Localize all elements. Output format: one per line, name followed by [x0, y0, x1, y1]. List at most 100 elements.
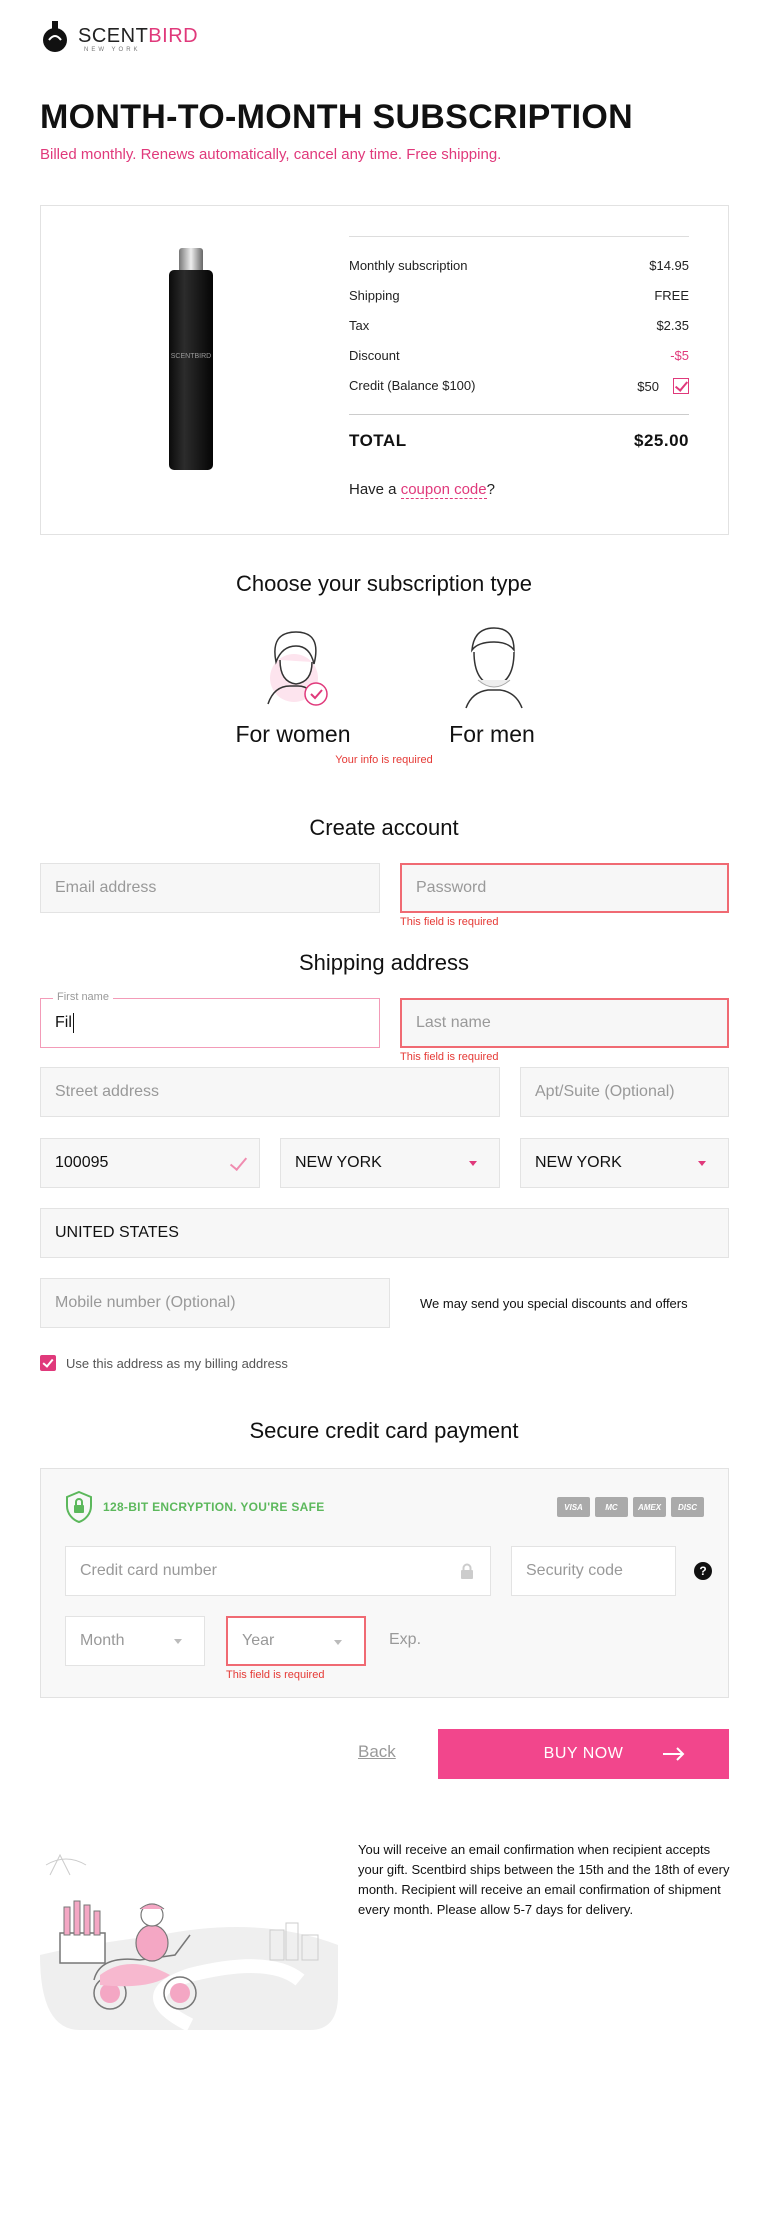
coupon-prefix: Have a — [349, 481, 401, 498]
summary-label: Shipping — [349, 288, 400, 303]
scooter-delivery-illustration — [40, 1853, 338, 2030]
coupon-prompt: Have a coupon code? — [349, 481, 495, 499]
summary-label: Monthly subscription — [349, 258, 468, 273]
summary-value: $14.95 — [649, 258, 689, 273]
billing-address-checkbox-row[interactable]: Use this address as my billing address — [40, 1355, 288, 1371]
lock-icon — [461, 1563, 473, 1579]
amex-card-icon: AMEX — [633, 1497, 666, 1517]
summary-value: FREE — [654, 288, 689, 303]
last-name-input[interactable]: Last name — [400, 998, 729, 1048]
credit-card-number-input[interactable]: Credit card number — [65, 1546, 491, 1596]
summary-row-discount: Discount -$5 — [349, 348, 689, 363]
option-for-women[interactable]: For women — [228, 620, 358, 748]
mastercard-icon: MC — [595, 1497, 628, 1517]
country-select[interactable]: UNITED STATES — [40, 1208, 729, 1258]
zip-value: 100095 — [55, 1154, 109, 1171]
exp-label: Exp. — [389, 1631, 422, 1648]
payment-panel: 128-BIT ENCRYPTION. YOU'RE SAFE VISA MC … — [40, 1468, 729, 1698]
mobile-note: We may send you special discounts and of… — [420, 1296, 688, 1311]
state-value: NEW YORK — [535, 1154, 622, 1171]
password-error: This field is required — [400, 916, 499, 928]
summary-top-rule — [349, 236, 689, 237]
year-placeholder: Year — [242, 1632, 275, 1649]
buy-now-button[interactable]: BUY NOW — [438, 1729, 729, 1779]
summary-total: TOTAL $25.00 — [349, 431, 689, 451]
buy-now-label: BUY NOW — [543, 1745, 624, 1762]
encryption-notice: 128-BIT ENCRYPTION. YOU'RE SAFE — [65, 1491, 325, 1523]
page-subtitle: Billed monthly. Renews automatically, ca… — [40, 146, 502, 163]
street-address-input[interactable]: Street address — [40, 1067, 500, 1117]
shield-lock-icon — [66, 1491, 92, 1523]
summary-value: $50 — [637, 378, 659, 394]
summary-label: Credit (Balance $100) — [349, 378, 476, 393]
summary-value: $2.35 — [656, 318, 689, 333]
subscription-error: Your info is required — [335, 754, 433, 766]
first-name-label: First name — [53, 991, 113, 1003]
password-input[interactable]: Password — [400, 863, 729, 913]
valid-check-icon — [229, 1152, 248, 1172]
option-for-men[interactable]: For men — [432, 620, 552, 748]
man-avatar-icon — [465, 627, 523, 709]
text-cursor — [72, 1013, 74, 1033]
total-value: $25.00 — [634, 431, 689, 450]
summary-row-tax: Tax $2.35 — [349, 318, 689, 333]
city-select[interactable]: NEW YORK — [280, 1138, 500, 1188]
security-code-input[interactable]: Security code — [511, 1546, 676, 1596]
delivery-info-text: You will receive an email confirmation w… — [358, 1842, 730, 1917]
month-select[interactable]: Month — [65, 1616, 205, 1666]
page-title: MONTH-TO-MONTH SUBSCRIPTION — [40, 98, 633, 136]
card-number-placeholder: Credit card number — [80, 1562, 217, 1579]
men-label: For men — [449, 721, 535, 747]
month-placeholder: Month — [80, 1632, 125, 1649]
billing-checkbox[interactable] — [40, 1355, 56, 1371]
coupon-suffix: ? — [486, 481, 495, 498]
state-select[interactable]: NEW YORK — [520, 1138, 729, 1188]
first-name-value: Fil — [55, 1014, 72, 1031]
perfume-case-image: SCENTBIRD — [169, 248, 213, 470]
help-icon[interactable]: ? — [694, 1562, 712, 1580]
first-name-input[interactable]: First name Fil — [40, 991, 380, 1048]
zip-code-input[interactable]: 100095 — [40, 1138, 260, 1188]
subscription-type-title: Choose your subscription type — [236, 571, 532, 596]
chevron-down-icon — [698, 1161, 706, 1166]
credit-checkbox[interactable] — [673, 378, 689, 394]
shipping-address-title: Shipping address — [298, 950, 469, 975]
encryption-text: 128-BIT ENCRYPTION. YOU'RE SAFE — [103, 1500, 325, 1514]
logo-bird: BIRD — [148, 24, 199, 47]
last-name-error: This field is required — [400, 1051, 499, 1063]
discover-card-icon: DISC — [671, 1497, 704, 1517]
city-value: NEW YORK — [295, 1154, 382, 1171]
summary-row-credit: Credit (Balance $100) $50 — [349, 378, 689, 394]
arrow-right-icon — [663, 1747, 685, 1761]
scentbird-bird-icon — [43, 21, 67, 52]
summary-label: Discount — [349, 348, 400, 363]
woman-avatar-icon — [267, 631, 328, 706]
summary-row-subscription: Monthly subscription $14.95 — [349, 258, 689, 273]
billing-checkbox-label: Use this address as my billing address — [66, 1355, 288, 1371]
create-account-title: Create account — [309, 815, 459, 840]
mobile-number-input[interactable]: Mobile number (Optional) — [40, 1278, 390, 1328]
chevron-down-icon — [469, 1161, 477, 1166]
order-summary: SCENTBIRD Monthly subscription $14.95 Sh… — [40, 205, 729, 535]
accepted-cards: VISA MC AMEX DISC — [557, 1497, 704, 1517]
coupon-code-link[interactable]: coupon code — [400, 481, 487, 499]
svg-text:SCENTBIRD: SCENTBIRD — [171, 353, 211, 360]
year-error: This field is required — [226, 1669, 325, 1681]
email-input[interactable]: Email address — [40, 863, 380, 913]
logo-wordmark: SCENTBIRD — [78, 25, 198, 48]
total-label: TOTAL — [349, 431, 407, 450]
summary-total-rule — [349, 414, 689, 415]
summary-value: -$5 — [670, 348, 689, 363]
chevron-down-icon — [174, 1639, 182, 1644]
visa-card-icon: VISA — [557, 1497, 590, 1517]
chevron-down-icon — [334, 1640, 342, 1645]
women-label: For women — [235, 721, 351, 747]
year-select[interactable]: Year — [226, 1616, 366, 1666]
summary-label: Tax — [349, 318, 370, 333]
logo-tagline: NEW YORK — [84, 47, 141, 53]
back-link[interactable]: Back — [358, 1742, 396, 1762]
apt-suite-input[interactable]: Apt/Suite (Optional) — [520, 1067, 729, 1117]
payment-title: Secure credit card payment — [249, 1418, 519, 1443]
summary-row-shipping: Shipping FREE — [349, 288, 689, 303]
logo-scent: SCENT — [78, 24, 149, 47]
